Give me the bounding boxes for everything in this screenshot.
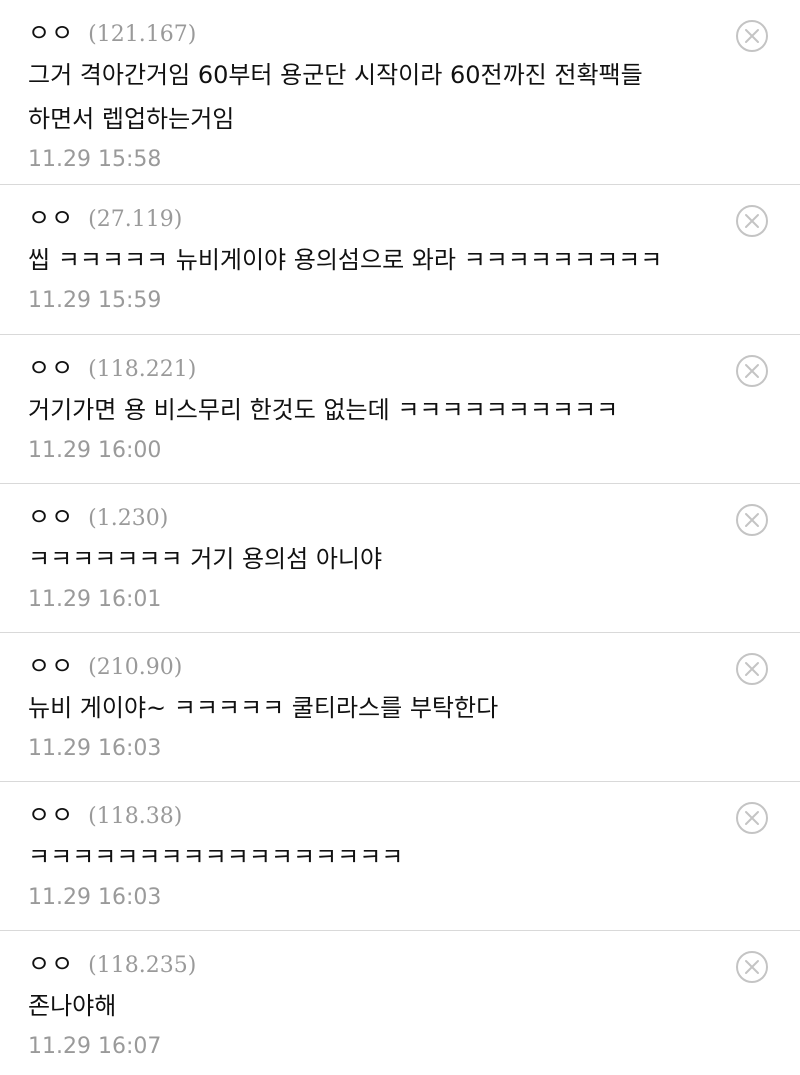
comment-item: ㅇㅇ (210.90) 뉴비 게이야~ ㅋㅋㅋㅋㅋ 쿨티라스를 부탁한다 11.…	[0, 633, 800, 782]
comment-ip: (27.119)	[88, 207, 183, 232]
delete-button[interactable]	[734, 502, 770, 538]
delete-button[interactable]	[734, 353, 770, 389]
comment-text: ㅋㅋㅋㅋㅋㅋㅋ 거기 용의섬 아니야	[28, 545, 383, 573]
delete-button[interactable]	[734, 18, 770, 54]
comment-item: ㅇㅇ (118.38) ㅋㅋㅋㅋㅋㅋㅋㅋㅋㅋㅋㅋㅋㅋㅋㅋㅋ 11.29 16:0…	[0, 782, 800, 931]
comment-text: 그거 격아간거임 60부터 용군단 시작이라 60전까진 전확팩들 하면서 렙업…	[28, 61, 643, 133]
comment-meta: ㅇㅇ (118.235)	[28, 944, 710, 980]
comment-meta: ㅇㅇ (118.38)	[28, 795, 710, 831]
comment-time: 11.29 15:59	[28, 288, 162, 313]
comment-meta: ㅇㅇ (121.167)	[28, 13, 710, 49]
comment-meta: ㅇㅇ (210.90)	[28, 646, 710, 682]
comment-text: 씹 ㅋㅋㅋㅋㅋ 뉴비게이야 용의섬으로 와라 ㅋㅋㅋㅋㅋㅋㅋㅋㅋ	[28, 246, 663, 274]
comment-meta: ㅇㅇ (27.119)	[28, 198, 710, 234]
delete-button[interactable]	[734, 949, 770, 985]
comment-text: 뉴비 게이야~ ㅋㅋㅋㅋㅋ 쿨티라스를 부탁한다	[28, 694, 499, 722]
close-circle-icon	[736, 20, 768, 52]
comment-nickname[interactable]: ㅇㅇ	[28, 646, 74, 681]
close-circle-icon	[736, 355, 768, 387]
delete-button[interactable]	[734, 800, 770, 836]
comment-time: 11.29 16:03	[28, 736, 162, 761]
close-circle-icon	[736, 802, 768, 834]
comment-nickname[interactable]: ㅇㅇ	[28, 198, 74, 233]
close-circle-icon	[736, 504, 768, 536]
comment-meta: ㅇㅇ (118.221)	[28, 348, 710, 384]
comment-nickname[interactable]: ㅇㅇ	[28, 497, 74, 532]
comment-item: ㅇㅇ (118.221) 거기가면 용 비스무리 한것도 없는데 ㅋㅋㅋㅋㅋㅋㅋ…	[0, 335, 800, 484]
comment-ip: (118.235)	[88, 953, 197, 978]
comment-ip: (121.167)	[88, 22, 197, 47]
comment-text: 존나야해	[28, 992, 117, 1020]
comment-meta: ㅇㅇ (1.230)	[28, 497, 710, 533]
comment-ip: (118.221)	[88, 357, 197, 382]
comment-time: 11.29 16:00	[28, 438, 162, 463]
comment-time: 11.29 16:07	[28, 1034, 162, 1059]
comment-time: 11.29 15:58	[28, 147, 162, 172]
comment-nickname[interactable]: ㅇㅇ	[28, 944, 74, 979]
comment-time: 11.29 16:01	[28, 587, 162, 612]
close-circle-icon	[736, 205, 768, 237]
delete-button[interactable]	[734, 651, 770, 687]
comment-item: ㅇㅇ (1.230) ㅋㅋㅋㅋㅋㅋㅋ 거기 용의섬 아니야 11.29 16:0…	[0, 484, 800, 633]
comment-ip: (118.38)	[88, 804, 183, 829]
comment-item: ㅇㅇ (121.167) 그거 격아간거임 60부터 용군단 시작이라 60전까…	[0, 0, 800, 185]
close-circle-icon	[736, 653, 768, 685]
comment-time: 11.29 16:03	[28, 885, 162, 910]
comment-text: 거기가면 용 비스무리 한것도 없는데 ㅋㅋㅋㅋㅋㅋㅋㅋㅋㅋ	[28, 396, 619, 424]
delete-button[interactable]	[734, 203, 770, 239]
comment-item: ㅇㅇ (27.119) 씹 ㅋㅋㅋㅋㅋ 뉴비게이야 용의섬으로 와라 ㅋㅋㅋㅋㅋ…	[0, 185, 800, 335]
comment-ip: (210.90)	[88, 655, 183, 680]
comment-text: ㅋㅋㅋㅋㅋㅋㅋㅋㅋㅋㅋㅋㅋㅋㅋㅋㅋ	[28, 843, 404, 871]
close-circle-icon	[736, 951, 768, 983]
comment-nickname[interactable]: ㅇㅇ	[28, 348, 74, 383]
comment-item: ㅇㅇ (118.235) 존나야해 11.29 16:07	[0, 931, 800, 1075]
comment-list: ㅇㅇ (121.167) 그거 격아간거임 60부터 용군단 시작이라 60전까…	[0, 0, 800, 1075]
comment-ip: (1.230)	[88, 506, 169, 531]
comment-nickname[interactable]: ㅇㅇ	[28, 795, 74, 830]
comment-nickname[interactable]: ㅇㅇ	[28, 13, 74, 48]
